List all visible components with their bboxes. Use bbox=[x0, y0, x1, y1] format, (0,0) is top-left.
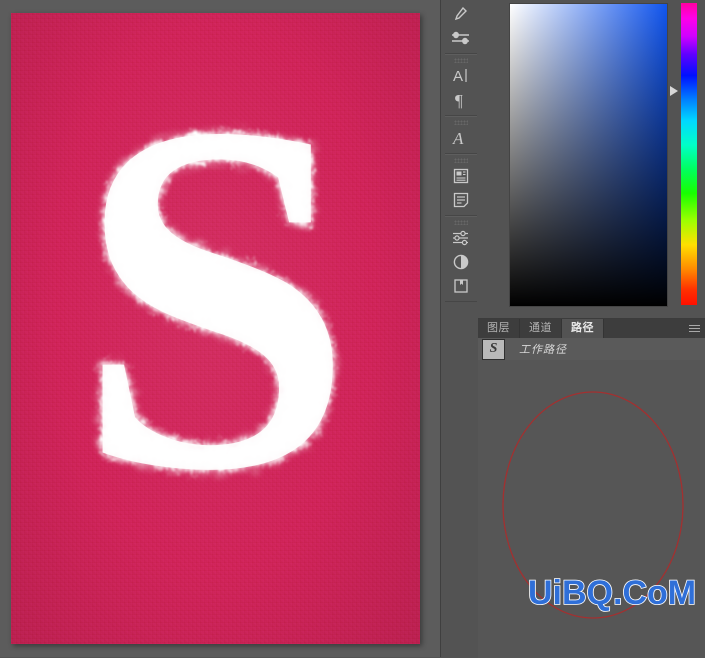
watermark-text: UiBQ.CoM bbox=[528, 574, 696, 613]
half-circle-icon[interactable] bbox=[445, 250, 477, 274]
adjustment-sliders-icon[interactable] bbox=[445, 226, 477, 250]
photoshop-window: S S S bbox=[0, 0, 705, 657]
tool-group-options bbox=[445, 0, 477, 54]
text-cursor-icon[interactable]: A bbox=[445, 64, 477, 88]
tab-channels[interactable]: 通道 bbox=[520, 319, 562, 338]
tab-layers[interactable]: 图层 bbox=[478, 319, 520, 338]
panel-grip[interactable] bbox=[454, 120, 468, 125]
path-thumbnail: S bbox=[482, 339, 505, 360]
path-list: S 工作路径 bbox=[478, 338, 705, 360]
tool-group-glyphs: A bbox=[445, 116, 477, 154]
brush-cursor-icon[interactable] bbox=[445, 2, 477, 26]
script-a-icon[interactable]: A bbox=[445, 126, 477, 150]
svg-text:A: A bbox=[452, 129, 464, 147]
paths-panel: 图层 通道 路径 S 工作路径 UiBQ.CoM bbox=[478, 318, 705, 658]
canvas[interactable]: S S S bbox=[11, 13, 420, 644]
sliders-icon[interactable] bbox=[445, 26, 477, 50]
panel-grip[interactable] bbox=[454, 158, 468, 163]
notes-icon[interactable] bbox=[445, 188, 477, 212]
tab-paths[interactable]: 路径 bbox=[562, 319, 604, 338]
right-dock: 图层 通道 路径 S 工作路径 UiBQ.CoM bbox=[478, 0, 705, 657]
color-picker-panel bbox=[478, 0, 705, 318]
canvas-vignette bbox=[11, 13, 420, 644]
hue-slider[interactable] bbox=[681, 3, 697, 305]
document-area: S S S bbox=[0, 0, 440, 657]
panel-grip[interactable] bbox=[454, 220, 468, 225]
panel-tab-bar: 图层 通道 路径 bbox=[478, 319, 705, 338]
paragraph-icon[interactable]: ¶ bbox=[445, 88, 477, 112]
hue-slider-marker[interactable] bbox=[670, 86, 680, 97]
panel-grip[interactable] bbox=[454, 58, 468, 63]
path-preview-area[interactable]: UiBQ.CoM bbox=[478, 360, 705, 658]
panel-menu-icon[interactable] bbox=[683, 319, 705, 338]
properties-panel-icon[interactable] bbox=[445, 164, 477, 188]
svg-text:A: A bbox=[453, 68, 463, 85]
tab-bar-spacer bbox=[604, 319, 683, 338]
tool-group-properties bbox=[445, 154, 477, 216]
tool-group-type: A ¶ bbox=[445, 54, 477, 116]
styles-icon[interactable] bbox=[445, 274, 477, 298]
path-name-label: 工作路径 bbox=[519, 341, 567, 357]
tool-group-adjust bbox=[445, 216, 477, 302]
svg-text:¶: ¶ bbox=[455, 92, 463, 109]
saturation-value-field[interactable] bbox=[509, 3, 668, 307]
list-item[interactable]: S 工作路径 bbox=[478, 338, 705, 361]
panel-tool-strip: A ¶ A bbox=[440, 0, 480, 657]
